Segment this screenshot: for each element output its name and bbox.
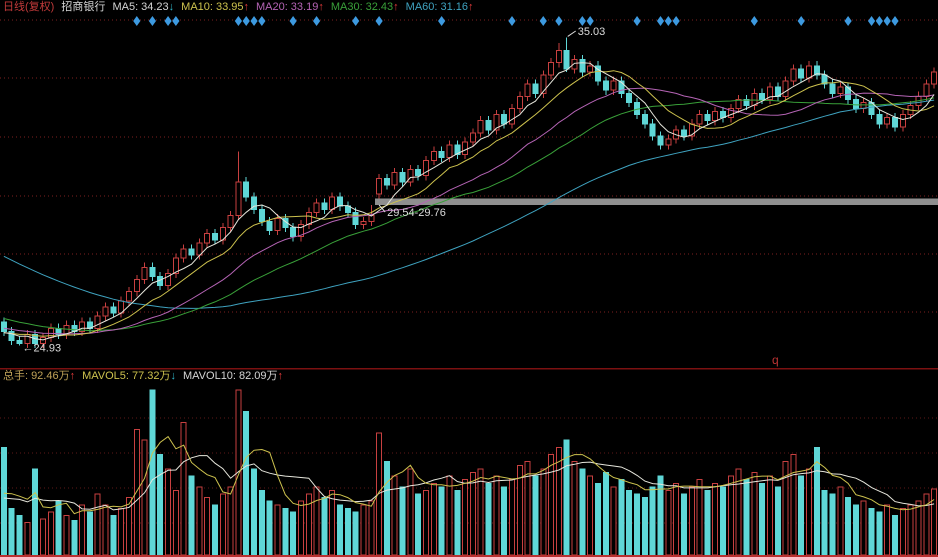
ma30-line [4, 98, 934, 331]
ma60-trend-arrow-icon: ↑ [468, 1, 474, 13]
annotation-peak: 35.03 [568, 26, 606, 38]
event-diamond-icon[interactable] [555, 16, 562, 26]
ma20-value: 33.19 [291, 1, 319, 13]
trading-chart-app: 35.03 ←24.93 29.54-29.76 q 日线(复权) 招商银行 MA5:… [0, 0, 938, 557]
mavol5-label: MAVOL5: [82, 370, 129, 382]
stock-name[interactable]: 招商银行 [61, 1, 105, 13]
mavol10-trend-arrow-icon: ↑ [278, 370, 284, 382]
ma30-trend-arrow-icon: ↑ [393, 1, 399, 13]
event-diamond-icon[interactable] [673, 16, 680, 26]
total-volume-value: 92.46万 [31, 370, 70, 382]
event-diamond-icon[interactable] [579, 16, 586, 26]
price-panel-gridlines [0, 20, 938, 312]
main-chart-header: 日线(复权) 招商银行 MA5:34.23↓MA10:33.95↑MA20:33… [3, 1, 480, 14]
ma10-value: 33.95 [216, 1, 244, 13]
event-diamond-icon[interactable] [149, 16, 156, 26]
event-diamond-icon[interactable] [235, 16, 242, 26]
event-diamond-icon[interactable] [587, 16, 594, 26]
ma5-label: MA5: [112, 1, 138, 13]
event-diamond-icon[interactable] [665, 16, 672, 26]
event-diamond-icon[interactable] [633, 16, 640, 26]
event-diamond-icon[interactable] [250, 16, 257, 26]
event-diamond-icon[interactable] [164, 16, 171, 26]
event-diamond-icon[interactable] [884, 16, 891, 26]
mavol5-value: 77.32万 [132, 370, 171, 382]
event-diamond-icon[interactable] [243, 16, 250, 26]
total-volume-label: 总手: [3, 370, 28, 382]
peak-price-label: 35.03 [578, 26, 606, 38]
event-diamond-icon[interactable] [438, 16, 445, 26]
event-diamond-icon[interactable] [313, 16, 320, 26]
event-diamond-icon[interactable] [540, 16, 547, 26]
ma30-label: MA30: [331, 1, 363, 13]
event-diamond-icon[interactable] [657, 16, 664, 26]
ma20-label: MA20: [256, 1, 288, 13]
event-diamond-icon[interactable] [258, 16, 265, 26]
ma60-label: MA60: [406, 1, 438, 13]
annotation-gap: 29.54-29.76 [379, 205, 446, 219]
event-diamond-icon[interactable] [133, 16, 140, 26]
ma20-trend-arrow-icon: ↑ [318, 1, 324, 13]
event-diamond-icon[interactable] [876, 16, 883, 26]
event-diamond-icon[interactable] [845, 16, 852, 26]
volume-bars [1, 390, 936, 555]
ma5-trend-arrow-icon: ↓ [169, 1, 175, 13]
ma30-value: 32.43 [366, 1, 394, 13]
candlesticks [1, 37, 936, 348]
gap-band [375, 198, 938, 205]
mavol5-trend-arrow-icon: ↓ [171, 370, 177, 382]
low-price-label: ←24.93 [23, 343, 62, 355]
mavol10-label: MAVOL10: [183, 370, 236, 382]
mavol10-value: 82.09万 [239, 370, 278, 382]
volume-panel-header: 总手:92.46万↑MAVOL5:77.32万↓MAVOL10:82.09万↑ [3, 370, 290, 383]
event-diamond-icon[interactable] [508, 16, 515, 26]
event-diamond-icon[interactable] [172, 16, 179, 26]
gap-range-label: 29.54-29.76 [387, 207, 446, 219]
event-markers[interactable] [133, 16, 898, 26]
event-diamond-icon[interactable] [290, 16, 297, 26]
annotation-low: ←24.93 [23, 343, 62, 355]
event-diamond-icon[interactable] [798, 16, 805, 26]
total-volume-trend-arrow-icon: ↑ [70, 370, 76, 382]
event-diamond-icon[interactable] [751, 16, 758, 26]
ma10-trend-arrow-icon: ↑ [244, 1, 250, 13]
ma60-value: 31.16 [440, 1, 468, 13]
event-diamond-icon[interactable] [376, 16, 383, 26]
volume-panel-gridlines [0, 418, 938, 523]
period-label[interactable]: 日线(复权) [3, 1, 54, 13]
event-diamond-icon[interactable] [868, 16, 875, 26]
price-volume-chart[interactable]: 35.03 ←24.93 29.54-29.76 q [0, 0, 938, 557]
event-diamond-icon[interactable] [891, 16, 898, 26]
corner-glyph: q [772, 353, 779, 367]
ma5-value: 34.23 [141, 1, 169, 13]
ma10-label: MA10: [181, 1, 213, 13]
event-diamond-icon[interactable] [352, 16, 359, 26]
